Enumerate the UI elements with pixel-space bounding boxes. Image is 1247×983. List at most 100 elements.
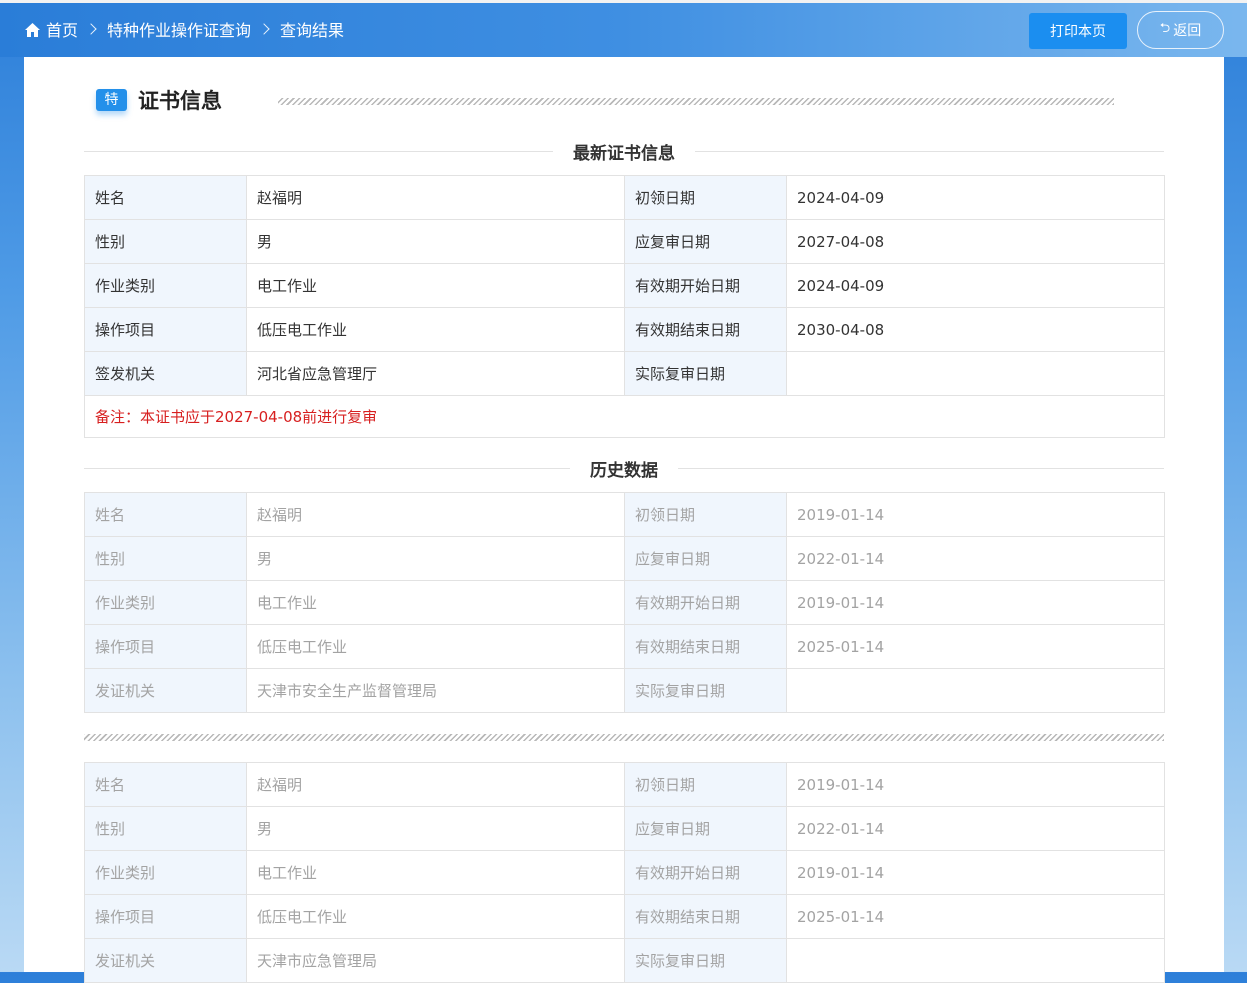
section-header: 特 证书信息	[96, 85, 222, 115]
field-value: 2022-01-14	[786, 536, 1165, 581]
field-label: 有效期开始日期	[624, 263, 787, 308]
breadcrumb-result: 查询结果	[280, 21, 345, 40]
table-row: 签发机关 河北省应急管理厅 实际复审日期	[84, 351, 1165, 396]
history-table: 姓名 赵福明 初领日期 2019-01-14 性别男应复审日期 2022-01-14 作…	[84, 762, 1165, 983]
field-label: 初领日期	[624, 762, 787, 807]
field-value: 男	[246, 806, 625, 851]
print-button[interactable]: 打印本页	[1029, 13, 1127, 49]
field-value: 低压电工作业	[246, 624, 625, 669]
section-badge: 特	[96, 89, 127, 111]
field-label: 实际复审日期	[624, 938, 787, 983]
current-divider: 最新证书信息	[84, 139, 1164, 164]
table-row: 操作项目 低压电工作业 有效期结束日期 2025-01-14	[84, 624, 1165, 669]
breadcrumb-home[interactable]: 首页	[24, 17, 78, 41]
table-row: 操作项目 低压电工作业 有效期结束日期 2025-01-14	[84, 894, 1165, 939]
field-label: 性别	[84, 219, 247, 264]
table-row: 作业类别 电工作业 有效期开始日期 2019-01-14	[84, 850, 1165, 895]
home-icon	[25, 23, 40, 37]
field-value: 赵福明	[246, 175, 625, 220]
field-label: 签发机关	[84, 351, 247, 396]
field-label: 有效期开始日期	[624, 580, 787, 625]
field-label: 初领日期	[624, 492, 787, 537]
field-label: 实际复审日期	[624, 668, 787, 713]
history-title: 历史数据	[570, 456, 678, 481]
field-label: 初领日期	[624, 175, 787, 220]
breadcrumb-home-label: 首页	[46, 21, 79, 40]
table-row: 性别男应复审日期 2022-01-14	[84, 806, 1165, 851]
return-icon: ⮌	[1159, 21, 1171, 36]
breadcrumb: 首页 特种作业操作证查询 查询结果	[24, 17, 344, 41]
field-value: 2022-01-14	[786, 806, 1165, 851]
field-label: 姓名	[84, 762, 247, 807]
field-value: 河北省应急管理厅	[246, 351, 625, 396]
field-value: 男	[246, 536, 625, 581]
field-value: 天津市安全生产监督管理局	[246, 668, 625, 713]
field-label: 姓名	[84, 492, 247, 537]
field-value: 2025-01-14	[786, 894, 1165, 939]
field-label: 作业类别	[84, 580, 247, 625]
field-value: 电工作业	[246, 580, 625, 625]
remark-row: 备注：本证书应于2027-04-08前进行复审	[84, 395, 1165, 438]
field-label: 有效期结束日期	[624, 307, 787, 352]
table-row: 发证机关 天津市安全生产监督管理局 实际复审日期	[84, 668, 1165, 713]
field-value: 赵福明	[246, 492, 625, 537]
chevron-right-icon	[85, 23, 97, 35]
field-label: 作业类别	[84, 850, 247, 895]
field-label: 实际复审日期	[624, 351, 787, 396]
field-label: 有效期结束日期	[624, 624, 787, 669]
field-value: 男	[246, 219, 625, 264]
current-title: 最新证书信息	[553, 139, 695, 164]
field-value: 2019-01-14	[786, 580, 1165, 625]
history-divider: 历史数据	[84, 456, 1164, 481]
field-value	[786, 351, 1165, 396]
field-value: 2019-01-14	[786, 850, 1165, 895]
field-value: 天津市应急管理局	[246, 938, 625, 983]
field-value: 2025-01-14	[786, 624, 1165, 669]
current-cert-table: 姓名 赵福明 初领日期 2024-04-09 性别男应复审日期 2027-04-08 作…	[84, 175, 1165, 438]
field-label: 发证机关	[84, 668, 247, 713]
field-value: 2027-04-08	[786, 219, 1165, 264]
field-label: 应复审日期	[624, 536, 787, 581]
field-label: 姓名	[84, 175, 247, 220]
field-label: 有效期开始日期	[624, 850, 787, 895]
table-row: 作业类别 电工作业 有效期开始日期 2019-01-14	[84, 580, 1165, 625]
back-label: 返回	[1173, 23, 1202, 39]
table-row: 性别男应复审日期 2027-04-08	[84, 219, 1165, 264]
field-value: 低压电工作业	[246, 307, 625, 352]
field-label: 性别	[84, 806, 247, 851]
field-value: 2030-04-08	[786, 307, 1165, 352]
field-value: 赵福明	[246, 762, 625, 807]
table-row: 姓名 赵福明 初领日期 2024-04-09	[84, 175, 1165, 220]
field-value: 低压电工作业	[246, 894, 625, 939]
content-card: 特 证书信息 最新证书信息 姓名 赵福明 初领日期 2024-04-09 性别男应复审…	[24, 57, 1224, 983]
table-row: 操作项目 低压电工作业 有效期结束日期 2030-04-08	[84, 307, 1165, 352]
table-row: 姓名 赵福明 初领日期 2019-01-14	[84, 492, 1165, 537]
hatch-divider	[84, 734, 1164, 741]
hatch-divider	[278, 98, 1114, 105]
field-label: 作业类别	[84, 263, 247, 308]
field-label: 性别	[84, 536, 247, 581]
field-label: 应复审日期	[624, 806, 787, 851]
field-label: 应复审日期	[624, 219, 787, 264]
field-value: 2019-01-14	[786, 762, 1165, 807]
table-row: 姓名 赵福明 初领日期 2019-01-14	[84, 762, 1165, 807]
field-value: 2024-04-09	[786, 175, 1165, 220]
history-table: 姓名 赵福明 初领日期 2019-01-14 性别男应复审日期 2022-01-14 作…	[84, 492, 1165, 713]
field-label: 发证机关	[84, 938, 247, 983]
field-value	[786, 668, 1165, 713]
field-value	[786, 938, 1165, 983]
field-label: 有效期结束日期	[624, 894, 787, 939]
breadcrumb-query[interactable]: 特种作业操作证查询	[107, 17, 251, 41]
field-value: 电工作业	[246, 850, 625, 895]
chevron-right-icon	[258, 23, 270, 35]
field-value: 电工作业	[246, 263, 625, 308]
table-row: 作业类别 电工作业 有效期开始日期 2024-04-09	[84, 263, 1165, 308]
remark-text: 备注：本证书应于2027-04-08前进行复审	[84, 395, 1165, 438]
field-value: 2024-04-09	[786, 263, 1165, 308]
field-label: 操作项目	[84, 894, 247, 939]
field-label: 操作项目	[84, 307, 247, 352]
field-label: 操作项目	[84, 624, 247, 669]
back-button[interactable]: ⮌ 返回	[1137, 11, 1224, 49]
top-bar: 首页 特种作业操作证查询 查询结果 打印本页 ⮌ 返回	[0, 0, 1247, 57]
section-title: 证书信息	[138, 89, 222, 113]
